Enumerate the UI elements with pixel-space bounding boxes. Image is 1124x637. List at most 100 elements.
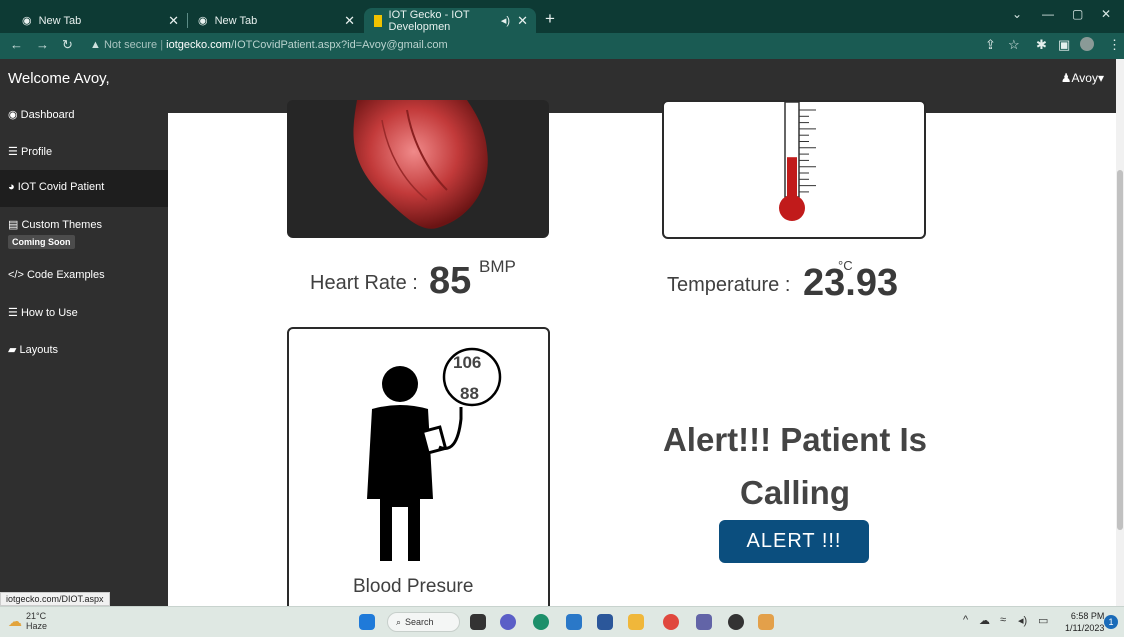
weather-widget[interactable]: ☁ 21°C Haze	[8, 611, 47, 631]
onedrive-icon[interactable]: ☁	[979, 614, 990, 627]
browser-tab-2[interactable]: ◉ New Tab ✕	[188, 8, 363, 33]
minimize-icon[interactable]: —	[1042, 7, 1054, 21]
sidebar-item-label: Layouts	[19, 344, 59, 356]
tab-title: New Tab	[38, 14, 82, 27]
sidebar-item-label: Dashboard	[20, 109, 75, 121]
profile-icon: ☰	[8, 146, 18, 158]
user-name: Avoy	[1071, 71, 1098, 85]
task-view-icon[interactable]	[470, 614, 486, 630]
browser-tab-1[interactable]: ◉ New Tab ✕	[12, 8, 188, 33]
url-host: iotgecko.com	[166, 39, 231, 51]
sidepanel-icon[interactable]: ▣	[1058, 37, 1070, 53]
edge-icon[interactable]	[533, 614, 549, 630]
sidebar-item-layouts[interactable]: ▰ Layouts	[0, 343, 168, 356]
system-clock[interactable]: 6:58 PM 1/11/2023	[1065, 610, 1104, 634]
layout-icon: ▰	[8, 344, 17, 356]
bp-diastolic: 88	[460, 384, 479, 403]
windows-start-icon[interactable]	[359, 614, 375, 630]
close-tab-icon[interactable]: ✕	[517, 13, 528, 29]
file-explorer-icon[interactable]	[628, 614, 644, 630]
weather-desc: Haze	[26, 621, 48, 631]
star-icon[interactable]: ☆	[1008, 37, 1020, 53]
forward-icon[interactable]: →	[36, 37, 49, 52]
wifi-icon[interactable]: ≈	[1000, 614, 1006, 626]
chrome-taskbar-icon[interactable]	[663, 614, 679, 630]
list-icon: ☰	[8, 307, 18, 319]
globe-icon: ◕	[8, 181, 15, 193]
browser-tab-bar: ◉ New Tab ✕ ◉ New Tab ✕ IOT Gecko - IOT …	[0, 0, 1124, 33]
alert-message-line-2: Calling	[739, 474, 850, 511]
sidebar-item-label: Profile	[20, 146, 53, 158]
restore-icon[interactable]: ▢	[1072, 7, 1083, 21]
close-window-icon[interactable]: ✕	[1101, 7, 1111, 21]
heart-rate-value: 85	[429, 260, 472, 302]
profile-avatar[interactable]	[1080, 37, 1094, 51]
thermometer-card	[662, 100, 926, 239]
chat-icon[interactable]	[500, 614, 516, 630]
volume-icon[interactable]: ◂)	[1018, 614, 1027, 627]
sidebar-item-label: Custom Themes	[21, 219, 102, 231]
chevron-up-icon[interactable]: ^	[963, 614, 968, 626]
sidebar-item-code-examples[interactable]: </> Code Examples	[0, 269, 168, 281]
heart-rate-unit: BMP	[479, 257, 516, 276]
user-icon: ♟	[1060, 71, 1072, 85]
sidebar-item-profile[interactable]: ☰ Profile	[0, 145, 168, 158]
url-path: /IOTCovidPatient.aspx?id=Avoy@gmail.com	[230, 39, 448, 51]
dashboard-icon: ◉	[8, 109, 18, 121]
app-icon[interactable]	[728, 614, 744, 630]
chrome-icon: ◉	[198, 15, 208, 27]
teams-icon[interactable]	[696, 614, 712, 630]
user-menu[interactable]: ♟Avoy▾	[1061, 71, 1104, 85]
sidebar-item-iot-covid-patient[interactable]: ◕ IOT Covid Patient	[0, 170, 168, 207]
snipping-tool-icon[interactable]	[758, 614, 774, 630]
chevron-down-icon[interactable]: ⌄	[1012, 7, 1022, 21]
heart-illustration	[353, 100, 488, 229]
scrollbar-thumb[interactable]	[1117, 170, 1123, 530]
welcome-text: Welcome Avoy,	[8, 70, 110, 87]
reload-icon[interactable]: ↻	[62, 37, 73, 53]
share-icon[interactable]: ⇪	[985, 37, 996, 53]
clock-date: 1/11/2023	[1065, 623, 1105, 633]
menu-kebab-icon[interactable]: ⋮	[1108, 37, 1121, 53]
alert-button[interactable]: ALERT !!!	[719, 520, 869, 563]
patient-bp-illustration	[367, 347, 502, 561]
windows-taskbar: ☁ 21°C Haze ⌕ Search ^ ☁ ≈ ◂) ▭ 6:58 PM …	[0, 606, 1124, 637]
mail-icon[interactable]	[566, 614, 582, 630]
bp-systolic: 106	[453, 353, 482, 372]
blood-pressure-label: Blood Presure	[353, 576, 474, 597]
address-bar: ← → ↻ ▲ Not secure | iotgecko.com/IOTCov…	[0, 33, 1124, 59]
battery-icon[interactable]: ▭	[1038, 614, 1048, 627]
tab-title: New Tab	[214, 14, 258, 27]
warning-icon: ▲	[90, 39, 101, 51]
thermometer-illustration	[779, 101, 816, 221]
document-icon: ▤	[8, 219, 19, 231]
extensions-icon[interactable]: ✱	[1036, 37, 1047, 53]
sidebar-item-dashboard[interactable]: ◉ Dashboard	[0, 108, 168, 121]
back-icon[interactable]: ←	[10, 37, 23, 52]
notification-badge[interactable]: 1	[1104, 615, 1118, 629]
url-field[interactable]: ▲ Not secure | iotgecko.com/IOTCovidPati…	[90, 39, 448, 51]
sidebar-item-label: How to Use	[20, 307, 78, 319]
browser-tab-3-active[interactable]: IOT Gecko - IOT Developmen ◂) ✕	[364, 8, 536, 33]
clock-time: 6:58 PM	[1070, 611, 1105, 621]
caret-down-icon: ▾	[1097, 71, 1104, 85]
search-label: Search	[405, 617, 434, 627]
heart-rate-label: Heart Rate :	[310, 272, 418, 294]
search-icon: ⌕	[396, 616, 402, 627]
top-navbar: Welcome Avoy, ♟Avoy▾	[0, 59, 1116, 98]
chrome-icon: ◉	[22, 15, 32, 27]
temperature-label: Temperature :	[667, 274, 791, 296]
sidebar-item-how-to-use[interactable]: ☰ How to Use	[0, 306, 168, 319]
sidebar-item-label: IOT Covid Patient	[17, 181, 105, 193]
temperature-unit: °C	[838, 258, 853, 273]
close-tab-icon[interactable]: ✕	[344, 13, 355, 29]
security-label: Not secure	[103, 39, 158, 51]
new-tab-button[interactable]: +	[545, 9, 555, 29]
store-icon[interactable]	[597, 614, 613, 630]
sidebar-item-custom-themes[interactable]: ▤ Custom Themes Coming Soon	[0, 218, 168, 249]
status-bar-url: iotgecko.com/DIOT.aspx	[0, 592, 110, 606]
taskbar-search[interactable]: ⌕ Search	[387, 612, 460, 632]
weather-haze-icon: ☁	[8, 612, 22, 629]
speaker-icon[interactable]: ◂)	[501, 14, 510, 27]
close-tab-icon[interactable]: ✕	[168, 13, 179, 29]
